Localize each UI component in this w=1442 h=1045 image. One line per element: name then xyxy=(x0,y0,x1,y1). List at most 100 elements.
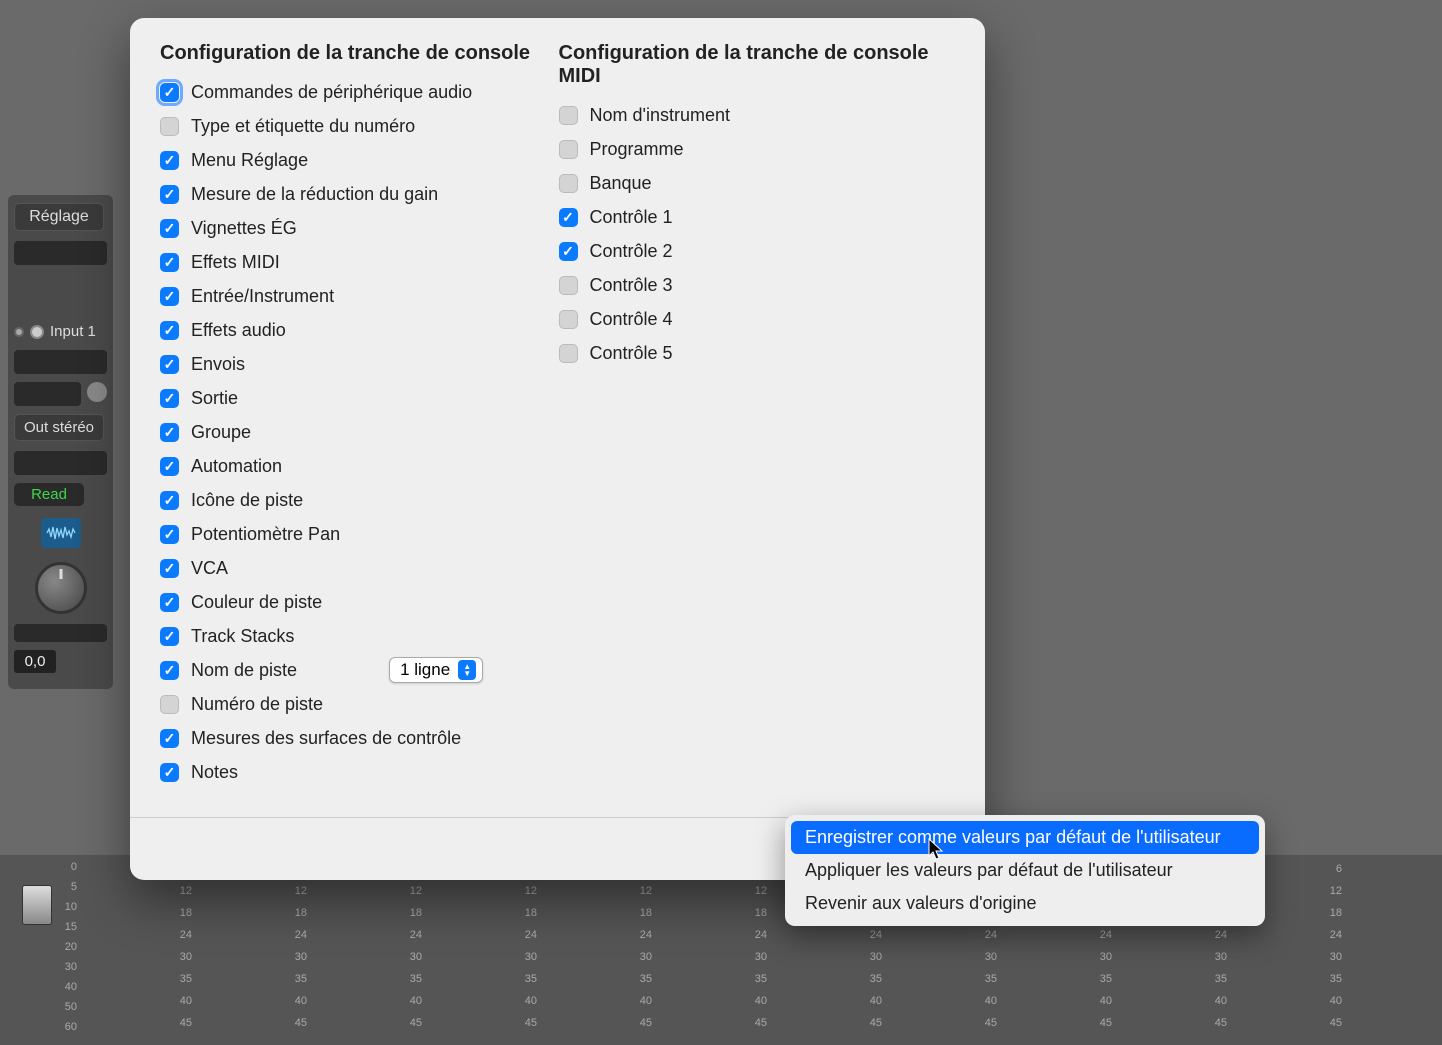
checkbox-label: Entrée/Instrument xyxy=(191,286,334,307)
ruler-tick-label: 45 xyxy=(870,1017,882,1029)
strip-slot[interactable] xyxy=(14,350,107,374)
more-options-menu: Enregistrer comme valeurs par défaut de … xyxy=(785,815,1265,926)
checkbox[interactable]: ✓ xyxy=(160,389,179,408)
checkbox[interactable]: ✓ xyxy=(160,287,179,306)
ruler-tick-label: 18 xyxy=(640,907,652,919)
ruler-column: 612182430354045 xyxy=(1275,855,1390,1045)
checkbox-label: Nom de piste xyxy=(191,660,297,681)
checkbox[interactable]: ✓ xyxy=(160,661,179,680)
checkbox-label: Banque xyxy=(590,173,652,194)
checkbox-row: ✓Icône de piste xyxy=(160,487,559,513)
ruler-tick-label: 45 xyxy=(410,1017,422,1029)
input-dot-icon xyxy=(30,325,44,339)
input-label[interactable]: Input 1 xyxy=(50,323,96,340)
checkbox-label: Contrôle 5 xyxy=(590,343,673,364)
ruler-tick-label: 40 xyxy=(1215,995,1227,1007)
ruler-tick-label: 30 xyxy=(410,951,422,963)
fader-handle[interactable] xyxy=(22,885,52,925)
ruler-tick-label: 24 xyxy=(870,929,882,941)
checkbox[interactable] xyxy=(559,344,578,363)
checkbox[interactable] xyxy=(559,106,578,125)
checkbox[interactable] xyxy=(559,140,578,159)
checkbox-row: ✓ VCA xyxy=(160,555,559,581)
checkbox-row: Banque xyxy=(559,170,958,196)
ruler-tick-label: 35 xyxy=(640,973,652,985)
ruler-tick-label: 6 xyxy=(1336,863,1342,875)
checkbox[interactable] xyxy=(559,174,578,193)
ruler-tick-label: 40 xyxy=(640,995,652,1007)
strip-slot[interactable] xyxy=(14,624,107,642)
automation-read-button[interactable]: Read xyxy=(14,483,84,506)
checkbox-label: Contrôle 2 xyxy=(590,241,673,262)
checkbox-row: ✓Couleur de piste xyxy=(160,589,559,615)
checkbox[interactable] xyxy=(160,695,179,714)
ruler-tick-label: 40 xyxy=(1100,995,1112,1007)
ruler-tick-label: 12 xyxy=(180,885,192,897)
checkbox[interactable] xyxy=(160,117,179,136)
checkbox-label: Groupe xyxy=(191,422,251,443)
ruler-tick-label: 12 xyxy=(525,885,537,897)
ruler-tick-label: 12 xyxy=(755,885,767,897)
ruler-tick-label: 40 xyxy=(180,995,192,1007)
checkbox-label: Sortie xyxy=(191,388,238,409)
left-column: Configuration de la tranche de console ✓… xyxy=(160,42,559,793)
checkbox[interactable]: ✓ xyxy=(160,763,179,782)
lines-select[interactable]: 1 ligne▲▼ xyxy=(389,657,483,683)
checkbox-label: Envois xyxy=(191,354,245,375)
checkbox[interactable]: ✓ xyxy=(160,185,179,204)
checkbox[interactable]: ✓ xyxy=(160,321,179,340)
select-arrows-icon: ▲▼ xyxy=(458,660,476,680)
checkbox[interactable]: ✓ xyxy=(160,457,179,476)
pan-knob[interactable] xyxy=(35,562,87,614)
strip-slot[interactable] xyxy=(14,451,107,475)
checkbox[interactable]: ✓ xyxy=(160,593,179,612)
checkbox-row: ✓Vignettes ÉG xyxy=(160,215,559,241)
checkbox[interactable]: ✓ xyxy=(160,491,179,510)
checkbox-label: VCA xyxy=(191,558,228,579)
checkbox-row: ✓ Commandes de périphérique audio xyxy=(160,79,559,105)
checkbox-label: Commandes de périphérique audio xyxy=(191,82,472,103)
checkbox[interactable]: ✓ xyxy=(160,355,179,374)
checkbox[interactable]: ✓ xyxy=(160,253,179,272)
checkbox[interactable]: ✓ xyxy=(160,83,179,102)
ruler-tick-label: 24 xyxy=(410,929,422,941)
output-button[interactable]: Out stéréo xyxy=(14,414,104,441)
small-knob[interactable] xyxy=(87,382,107,402)
checkbox-row: ✓Mesure de la réduction du gain xyxy=(160,181,559,207)
checkbox-label: Contrôle 3 xyxy=(590,275,673,296)
checkbox-label: Effets MIDI xyxy=(191,252,280,273)
checkbox[interactable]: ✓ xyxy=(559,208,578,227)
ruler-tick-label: 35 xyxy=(1100,973,1112,985)
menu-item[interactable]: Enregistrer comme valeurs par défaut de … xyxy=(791,821,1259,854)
ruler-tick-label: 35 xyxy=(295,973,307,985)
checkbox[interactable]: ✓ xyxy=(559,242,578,261)
strip-slot[interactable] xyxy=(14,241,107,265)
checkbox[interactable]: ✓ xyxy=(160,423,179,442)
ruler-tick-label: 24 xyxy=(1100,929,1112,941)
waveform-icon[interactable] xyxy=(41,518,81,548)
ruler-tick-label: 40 xyxy=(410,995,422,1007)
ruler-tick-label: 40 xyxy=(870,995,882,1007)
checkbox-row: Contrôle 4 xyxy=(559,306,958,332)
checkbox[interactable] xyxy=(559,310,578,329)
checkbox[interactable] xyxy=(559,276,578,295)
fader-tick-label: 10 xyxy=(65,901,77,913)
strip-slot[interactable] xyxy=(14,382,81,406)
value-display[interactable]: 0,0 xyxy=(14,650,56,673)
ruler-tick-label: 40 xyxy=(525,995,537,1007)
checkbox[interactable]: ✓ xyxy=(160,559,179,578)
reglage-button[interactable]: Réglage xyxy=(14,203,104,231)
ruler-tick-label: 30 xyxy=(180,951,192,963)
menu-item[interactable]: Appliquer les valeurs par défaut de l'ut… xyxy=(791,854,1259,887)
checkbox[interactable]: ✓ xyxy=(160,151,179,170)
ruler-tick-label: 30 xyxy=(755,951,767,963)
checkbox[interactable]: ✓ xyxy=(160,627,179,646)
ruler-tick-label: 45 xyxy=(1330,1017,1342,1029)
checkbox[interactable]: ✓ xyxy=(160,219,179,238)
menu-item[interactable]: Revenir aux valeurs d'origine xyxy=(791,887,1259,920)
checkbox[interactable]: ✓ xyxy=(160,525,179,544)
checkbox[interactable]: ✓ xyxy=(160,729,179,748)
checkbox-row: ✓Menu Réglage xyxy=(160,147,559,173)
ruler-tick-label: 30 xyxy=(1100,951,1112,963)
ruler-tick-label: 12 xyxy=(1330,885,1342,897)
